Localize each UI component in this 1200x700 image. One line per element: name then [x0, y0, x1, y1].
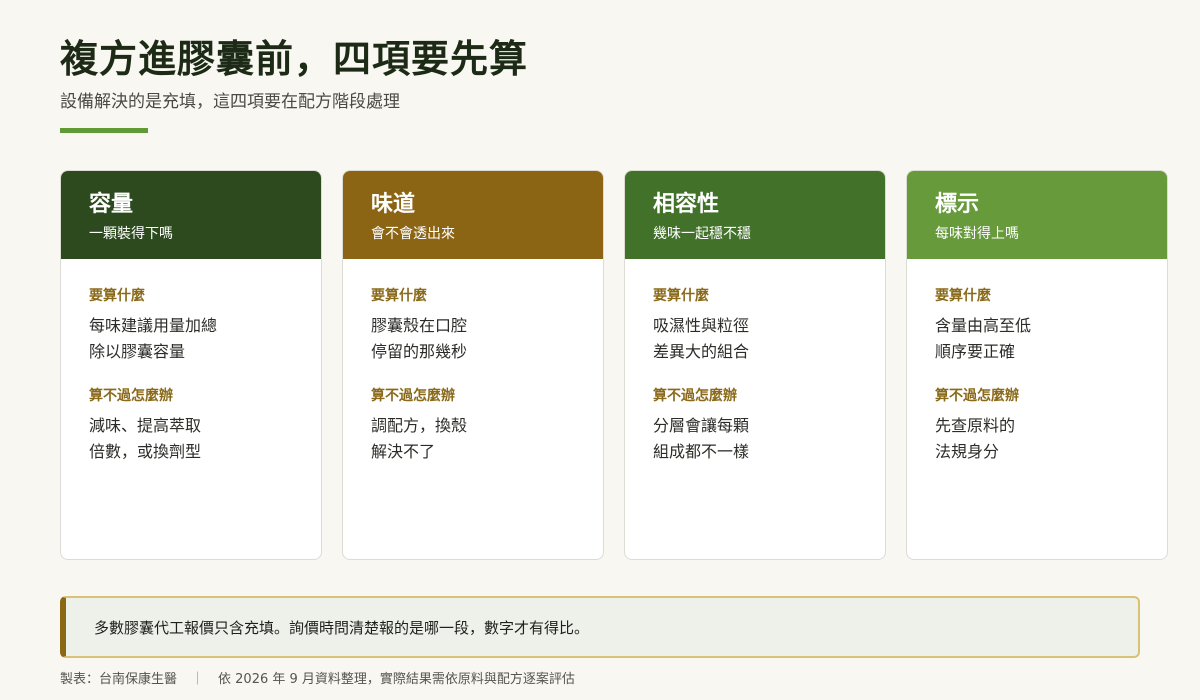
card-title: 標示: [935, 192, 980, 217]
fail-line: 分層會讓每顆: [653, 416, 750, 435]
card-header: 味道 會不會透出來: [343, 171, 603, 259]
footer: 製表：台南保康生醫 ｜ 依 2026 年 9 月資料整理，實際結果需依原料與配方逐案…: [60, 670, 575, 690]
card-capacity: 容量 一顆裝得下嗎 要算什麼 每味建議用量加總 除以膠囊容量 算不過怎麼辦 減味…: [60, 170, 322, 560]
fail-line: 調配方，換殼: [371, 416, 468, 435]
calc-label: 要算什麼: [935, 288, 991, 304]
card-body: 要算什麼 吸濕性與粒徑 差異大的組合 算不過怎麼辦 分層會讓每顆 組成都不一樣: [625, 259, 885, 465]
fail-text: 減味、提高萃取 倍數，或換劑型: [89, 413, 293, 465]
note-text: 多數膠囊代工報價只含充填。詢價時問清楚報的是哪一段，數字才有得比。: [94, 618, 590, 637]
card-title: 容量: [89, 192, 134, 217]
calc-line: 順序要正確: [935, 342, 1016, 361]
card-compatibility: 相容性 幾味一起穩不穩 要算什麼 吸濕性與粒徑 差異大的組合 算不過怎麼辦 分層…: [624, 170, 886, 560]
page: 複方進膠囊前，四項要先算 設備解決的是充填，這四項要在配方階段處理 容量 一顆裝…: [0, 0, 1200, 700]
fail-label: 算不過怎麼辦: [935, 388, 1019, 404]
calc-label: 要算什麼: [89, 288, 145, 304]
card-grid: 容量 一顆裝得下嗎 要算什麼 每味建議用量加總 除以膠囊容量 算不過怎麼辦 減味…: [60, 170, 1168, 560]
card-title: 味道: [371, 192, 416, 217]
card-subtitle: 幾味一起穩不穩: [653, 226, 751, 242]
calc-text: 含量由高至低 順序要正確: [935, 313, 1139, 365]
calc-line: 含量由高至低: [935, 316, 1032, 335]
calc-text: 膠囊殼在口腔 停留的那幾秒: [371, 313, 575, 365]
footer-credit: 製表：台南保康生醫: [60, 672, 178, 687]
card-header: 標示 每味對得上嗎: [907, 171, 1167, 259]
fail-line: 組成都不一樣: [653, 442, 750, 461]
calc-line: 每味建議用量加總: [89, 316, 218, 335]
fail-line: 倍數，或換劑型: [89, 442, 202, 461]
card-subtitle: 會不會透出來: [371, 226, 455, 242]
card-subtitle: 一顆裝得下嗎: [89, 226, 173, 242]
card-subtitle: 每味對得上嗎: [935, 226, 1019, 242]
title-accent-bar: [60, 128, 148, 133]
fail-label: 算不過怎麼辦: [653, 388, 737, 404]
footer-source: 依 2026 年 9 月資料整理，實際結果需依原料與配方逐案評估: [218, 672, 575, 687]
callout-note: 多數膠囊代工報價只含充填。詢價時問清楚報的是哪一段，數字才有得比。: [60, 596, 1140, 658]
fail-label: 算不過怎麼辦: [89, 388, 173, 404]
fail-text: 調配方，換殼 解決不了: [371, 413, 575, 465]
fail-line: 減味、提高萃取: [89, 416, 202, 435]
fail-text: 先查原料的 法規身分: [935, 413, 1139, 465]
calc-line: 差異大的組合: [653, 342, 750, 361]
card-body: 要算什麼 膠囊殼在口腔 停留的那幾秒 算不過怎麼辦 調配方，換殼 解決不了: [343, 259, 603, 465]
calc-line: 膠囊殼在口腔: [371, 316, 468, 335]
calc-label: 要算什麼: [371, 288, 427, 304]
calc-text: 每味建議用量加總 除以膠囊容量: [89, 313, 293, 365]
card-title: 相容性: [653, 192, 720, 217]
fail-line: 法規身分: [935, 442, 1000, 461]
calc-label: 要算什麼: [653, 288, 709, 304]
fail-text: 分層會讓每顆 組成都不一樣: [653, 413, 857, 465]
card-taste: 味道 會不會透出來 要算什麼 膠囊殼在口腔 停留的那幾秒 算不過怎麼辦 調配方，…: [342, 170, 604, 560]
calc-text: 吸濕性與粒徑 差異大的組合: [653, 313, 857, 365]
card-header: 相容性 幾味一起穩不穩: [625, 171, 885, 259]
footer-separator: ｜: [191, 672, 205, 687]
card-body: 要算什麼 每味建議用量加總 除以膠囊容量 算不過怎麼辦 減味、提高萃取 倍數，或…: [61, 259, 321, 465]
card-labeling: 標示 每味對得上嗎 要算什麼 含量由高至低 順序要正確 算不過怎麼辦 先查原料的…: [906, 170, 1168, 560]
calc-line: 吸濕性與粒徑: [653, 316, 750, 335]
page-subtitle: 設備解決的是充填，這四項要在配方階段處理: [60, 92, 400, 112]
fail-label: 算不過怎麼辦: [371, 388, 455, 404]
card-header: 容量 一顆裝得下嗎: [61, 171, 321, 259]
fail-line: 解決不了: [371, 442, 436, 461]
calc-line: 停留的那幾秒: [371, 342, 468, 361]
calc-line: 除以膠囊容量: [89, 342, 186, 361]
card-body: 要算什麼 含量由高至低 順序要正確 算不過怎麼辦 先查原料的 法規身分: [907, 259, 1167, 465]
page-title: 複方進膠囊前，四項要先算: [60, 37, 529, 81]
fail-line: 先查原料的: [935, 416, 1016, 435]
